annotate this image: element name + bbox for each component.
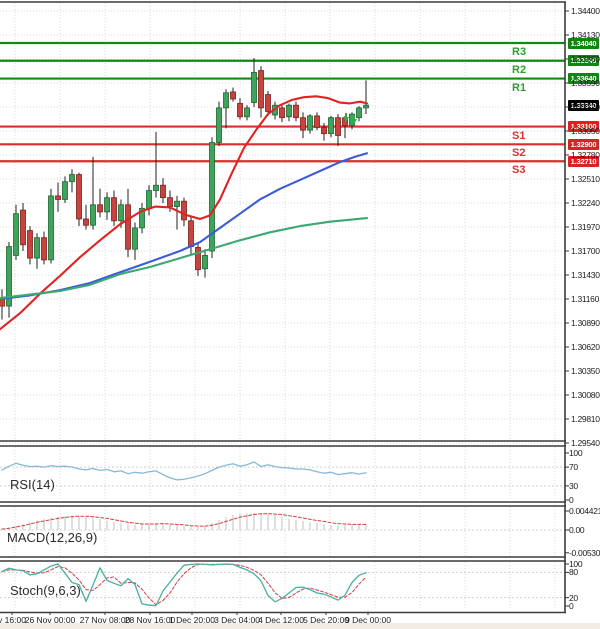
candle-down [189,221,194,247]
candle-down [112,198,117,221]
chart-canvas[interactable] [0,0,600,629]
ma-slow-green-line [0,218,367,298]
axis-tick-label: 1.33320 [571,102,600,112]
axis-tick-label: 1.31430 [571,270,600,280]
axis-tick-label: 0.00 [569,525,584,535]
axis-tick-label: 100 [569,448,582,458]
axis-tick-label: 1.33860 [571,54,600,64]
candle-up [133,228,138,249]
axis-tick-label: -0.005305 [569,548,600,558]
candle-down [98,205,103,212]
candle-down [56,196,61,200]
axis-tick-label: 1.31700 [571,246,600,256]
axis-tick-label: 1.29810 [571,414,600,424]
candle-down [84,219,89,225]
axis-tick-label: 1.30620 [571,342,600,352]
candle-down [42,238,47,260]
candle-down [231,92,236,99]
axis-tick-label: 1.34130 [571,30,600,40]
stoch-d-line [2,564,366,604]
axis-tick-label: 1.34400 [571,6,600,16]
candle-up [364,105,369,108]
candle-up [308,116,313,130]
candle-up [357,108,362,118]
candle-up [252,72,257,102]
axis-tick-label: 1.30890 [571,318,600,328]
candle-up [287,105,292,117]
axis-tick-label: 0.004421 [569,506,600,516]
candle-down [238,103,243,116]
candle-up [91,205,96,225]
rsi-line [2,462,366,480]
axis-tick-label: 1.32510 [571,174,600,184]
bottom-strip [0,623,600,629]
candle-up [14,214,19,256]
candle-up [154,185,159,190]
stoch-k-line [2,564,366,606]
candle-up [105,198,110,212]
candle-down [322,127,327,133]
candle-up [245,108,250,117]
candle-up [203,255,208,268]
candle-up [35,238,40,258]
axis-tick-label: 1.33050 [571,126,600,136]
candle-up [119,205,124,221]
axis-tick-label: 1.31970 [571,222,600,232]
candle-up [329,118,334,134]
axis-tick-label: 0 [569,601,573,611]
candle-up [217,108,222,143]
axis-tick-label: 1.29540 [571,438,600,448]
axis-tick-label: 80 [569,567,578,577]
candle-down [266,95,271,112]
axis-tick-label: 30 [569,481,578,491]
axis-tick-label: 1.30350 [571,366,600,376]
axis-tick-label: 1.32780 [571,150,600,160]
candle-down [336,118,341,136]
candle-down [126,205,131,249]
candle-down [280,108,285,118]
candle-up [147,191,152,209]
candle-up [175,201,180,206]
candle-up [49,196,54,260]
axis-tick-label: 1.33590 [571,78,600,88]
pivot-levels [0,43,565,161]
axis-tick-label: 1.31160 [571,294,599,304]
macd-histogram [2,513,366,530]
candle-down [315,116,320,128]
candle-down [28,231,33,259]
axis-tick-label: 1.30080 [571,390,600,400]
candle-down [301,118,306,130]
axis-tick-label: 0 [569,495,573,505]
candle-down [168,198,173,207]
axis-tick-label: 70 [569,462,578,472]
candle-down [294,105,299,117]
trading-chart[interactable]: R3 R2 R1 S1 S2 S3 1.34040 1.33840 1.3364… [0,0,600,629]
candle-down [259,71,264,108]
candle-down [182,201,187,220]
candle-down [77,175,82,219]
candle-up [63,182,68,200]
price-badge-s2: 1.32900 [568,139,599,150]
candle-down [21,210,26,245]
candle-down [161,185,166,197]
candle-down [196,247,201,269]
candle-up [224,93,229,108]
axis-tick-label: 1.32240 [571,198,600,208]
candle-up [70,175,75,182]
